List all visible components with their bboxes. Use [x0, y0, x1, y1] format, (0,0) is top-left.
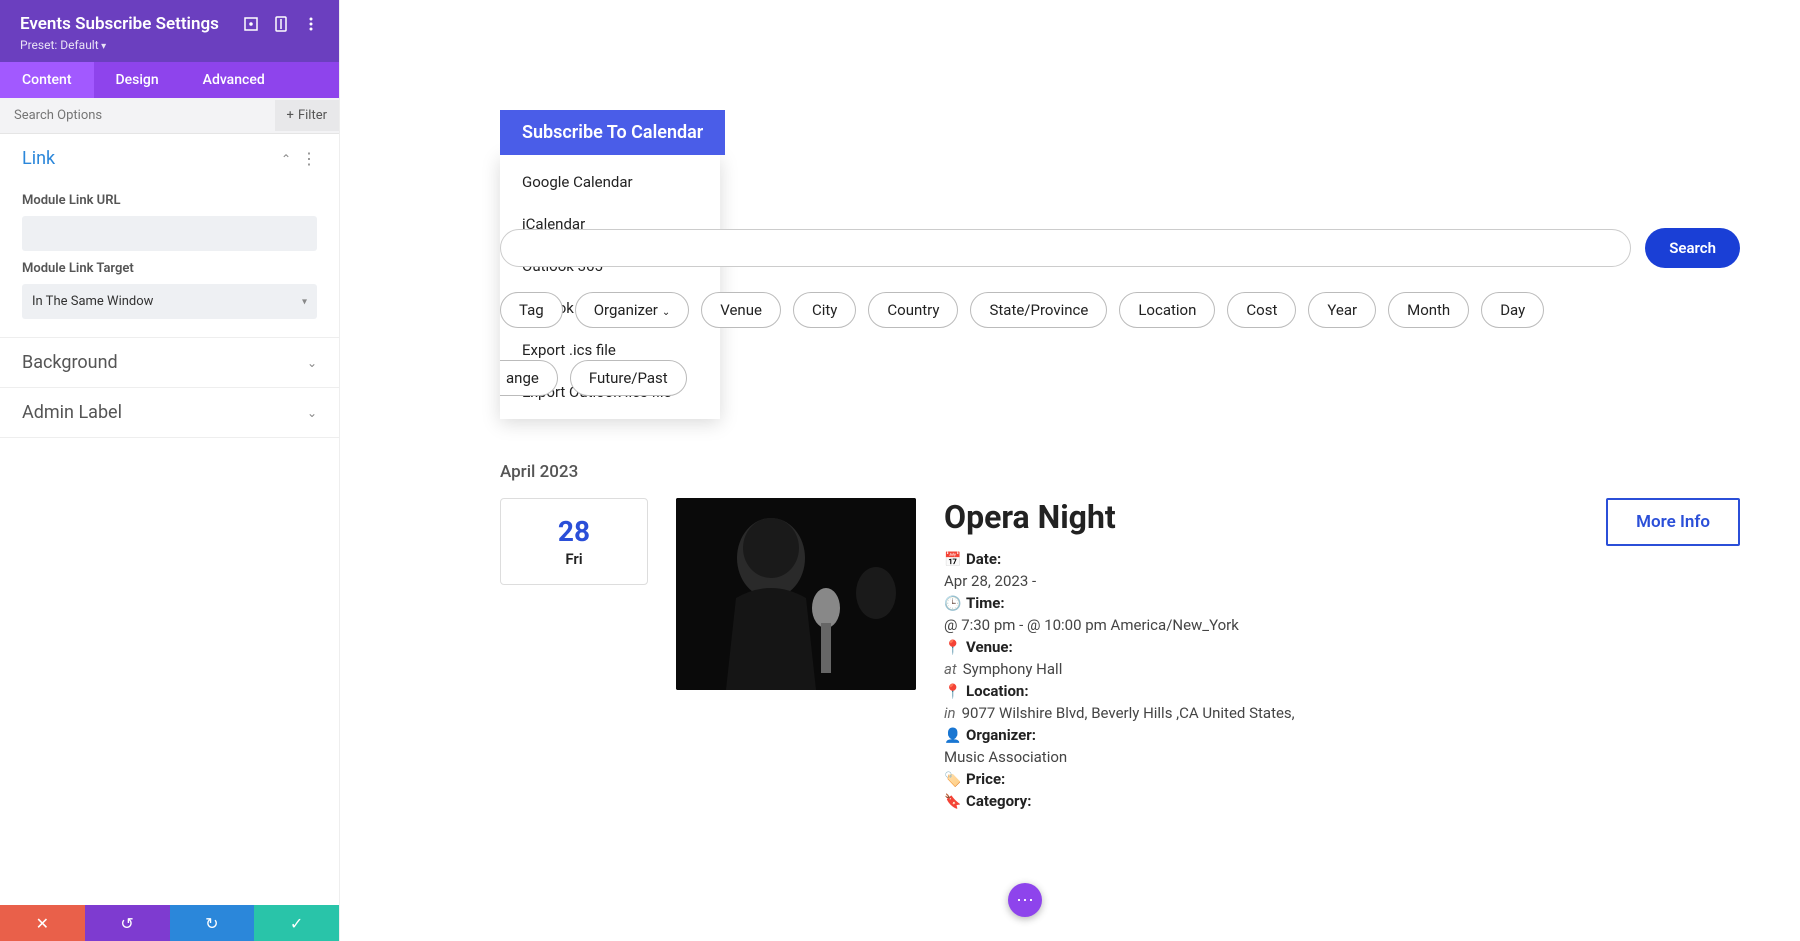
event-actions: More Info — [1606, 498, 1740, 546]
tab-content[interactable]: Content — [0, 62, 94, 98]
pin-icon: 📍 — [944, 684, 960, 700]
event-date-box: 28 Fri — [500, 498, 648, 585]
event-search-row: Search — [500, 228, 1740, 268]
section-admin-label: Admin Label ⌄ — [0, 388, 339, 438]
url-field-label: Module Link URL — [22, 193, 317, 208]
filter-chip[interactable]: Year — [1308, 292, 1376, 328]
floating-action-button[interactable]: ⋯ — [1008, 883, 1042, 917]
more-icon[interactable] — [303, 16, 319, 32]
filter-chip[interactable]: Venue — [701, 292, 781, 328]
filter-chip[interactable]: Country — [868, 292, 958, 328]
redo-button[interactable]: ↻ — [170, 905, 255, 941]
filter-chips-row: Tag Organizer⌄ Venue City Country State/Provi… — [500, 292, 1740, 328]
event-info: Opera Night 📅Date: Apr 28, 2023 - 🕒Time:… — [944, 498, 1578, 814]
event-organizer-value: Music Association — [944, 748, 1067, 766]
filter-chip[interactable]: Future/Past — [570, 360, 687, 396]
preview-area: Subscribe To Calendar Google CalendariCa… — [340, 0, 1800, 941]
section-background-header[interactable]: Background ⌄ — [0, 338, 339, 387]
sidebar-tabs: Content Design Advanced — [0, 62, 339, 98]
search-button[interactable]: Search — [1645, 228, 1740, 268]
chevron-down-icon: ⌄ — [307, 406, 317, 420]
module-link-url-input[interactable] — [22, 216, 317, 251]
sidebar-header: Events Subscribe Settings Preset: Defaul… — [0, 0, 339, 62]
module-link-target-select[interactable] — [22, 284, 317, 319]
save-button[interactable]: ✓ — [254, 905, 339, 941]
filter-chip[interactable]: Day — [1481, 292, 1544, 328]
filter-button[interactable]: +Filter — [275, 100, 339, 131]
section-link: Link ⌃ ⋮ Module Link URL Module Link Tar… — [0, 134, 339, 338]
filter-chip[interactable]: Cost — [1227, 292, 1296, 328]
event-date-day: Fri — [501, 550, 647, 568]
subscribe-to-calendar-button[interactable]: Subscribe To Calendar — [500, 110, 725, 155]
filter-chip-partial[interactable]: ange — [500, 360, 558, 396]
filter-chip[interactable]: State/Province — [970, 292, 1107, 328]
settings-sidebar: Events Subscribe Settings Preset: Defaul… — [0, 0, 340, 941]
event-time-value: @ 7:30 pm - @ 10:00 pm America/New_York — [944, 616, 1239, 634]
event-image — [676, 498, 916, 690]
event-card: 28 Fri Opera Night 📅Date: Apr 28, 2023 -… — [500, 498, 1740, 814]
tag-icon: 🏷️ — [944, 772, 960, 788]
chevron-down-icon: ⌄ — [307, 356, 317, 370]
filter-chips-row-2: ange Future/Past — [500, 360, 687, 396]
subscribe-menu-item[interactable]: Google Calendar — [500, 161, 720, 203]
tab-advanced[interactable]: Advanced — [181, 62, 287, 98]
undo-button[interactable]: ↺ — [85, 905, 170, 941]
tab-design[interactable]: Design — [94, 62, 181, 98]
calendar-icon: 📅 — [944, 552, 960, 568]
section-link-header[interactable]: Link ⌃ ⋮ — [0, 134, 339, 183]
filter-chip[interactable]: Tag — [500, 292, 563, 328]
event-title: Opera Night — [944, 498, 1578, 536]
filter-chip[interactable]: Month — [1388, 292, 1469, 328]
clock-icon: 🕒 — [944, 596, 960, 612]
sidebar-footer: ✕ ↺ ↻ ✓ — [0, 905, 339, 941]
pin-icon: 📍 — [944, 640, 960, 656]
event-location-value: 9077 Wilshire Blvd, Beverly Hills ,CA Un… — [962, 704, 1295, 722]
options-search-input[interactable] — [0, 98, 275, 133]
target-field-label: Module Link Target — [22, 261, 317, 276]
more-info-button[interactable]: More Info — [1606, 498, 1740, 546]
options-search-bar: +Filter — [0, 98, 339, 134]
event-venue-value: Symphony Hall — [963, 660, 1063, 678]
event-date-number: 28 — [501, 515, 647, 548]
person-icon: 👤 — [944, 728, 960, 744]
preset-selector[interactable]: Preset: Default — [20, 38, 319, 52]
filter-chip[interactable]: City — [793, 292, 856, 328]
event-date-value: Apr 28, 2023 - — [944, 572, 1036, 590]
section-background: Background ⌄ — [0, 338, 339, 388]
bookmark-icon: 🔖 — [944, 794, 960, 810]
cancel-button[interactable]: ✕ — [0, 905, 85, 941]
filter-chip[interactable]: Organizer⌄ — [575, 292, 690, 328]
event-search-input[interactable] — [500, 229, 1631, 267]
tablet-icon[interactable] — [273, 16, 289, 32]
section-more-icon[interactable]: ⋮ — [301, 149, 317, 168]
chevron-up-icon: ⌃ — [281, 152, 291, 166]
sidebar-title: Events Subscribe Settings — [20, 14, 219, 34]
filter-chip[interactable]: Location — [1119, 292, 1215, 328]
section-admin-label-header[interactable]: Admin Label ⌄ — [0, 388, 339, 437]
month-heading: April 2023 — [500, 462, 578, 482]
expand-icon[interactable] — [243, 16, 259, 32]
